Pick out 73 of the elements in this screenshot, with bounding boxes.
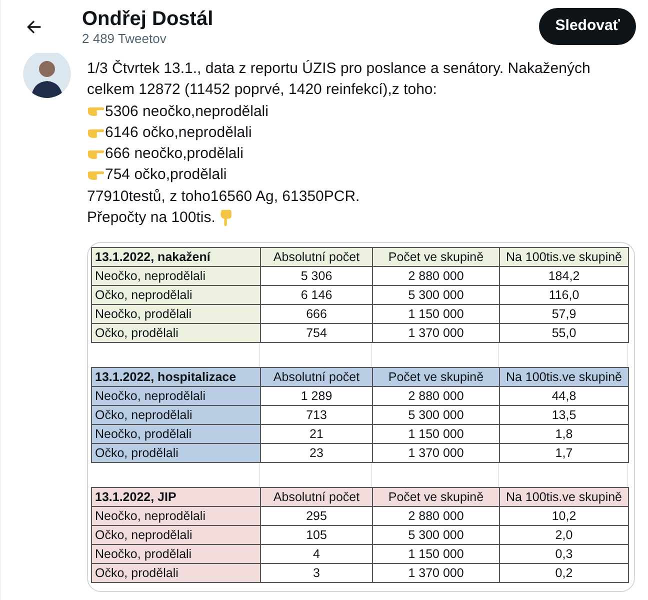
tweet-text-line: 5306 neočko,neprodělali: [105, 102, 268, 122]
table-cell: 1 150 000: [373, 545, 500, 564]
table-cell: Neočko, neprodělali: [92, 387, 261, 406]
table-cell: 2,0: [500, 526, 629, 546]
table-cell: 55,0: [500, 324, 629, 344]
table-cell: Neočko, prodělali: [92, 305, 261, 324]
column-header: Počet ve skupině: [373, 488, 500, 508]
table-cell: 6 146: [261, 286, 373, 306]
table-cell: 13,5: [500, 406, 629, 426]
column-header: Na 100tis.ve skupině: [500, 488, 629, 508]
table-cell: 5 300 000: [373, 526, 500, 546]
column-header: 13.1.2022, JIP: [92, 488, 261, 508]
column-header: Absolutní počet: [261, 248, 373, 268]
table-cell: 5 300 000: [373, 406, 500, 426]
table-cell: 2 880 000: [373, 507, 500, 526]
table-cell: Očko, neprodělali: [92, 286, 261, 306]
column-header: 13.1.2022, hospitalizace: [92, 368, 261, 388]
avatar[interactable]: [23, 50, 71, 98]
table-cell: 1 370 000: [373, 564, 500, 584]
table-cell: 57,9: [500, 305, 629, 324]
table-cell: 666: [261, 305, 373, 324]
tweet-text-line: 6146 očko,neprodělali: [105, 122, 252, 143]
column-header: Absolutní počet: [261, 488, 373, 508]
tweet-text-line: 666 neočko,prodělali: [105, 144, 244, 164]
table-cell: Neočko, prodělali: [92, 545, 261, 564]
tweet-text-line: 754 očko,prodělali: [105, 165, 227, 186]
attached-image[interactable]: [87, 242, 635, 592]
table-cell: 116,0: [500, 286, 629, 306]
column-header: 13.1.2022, nakažení: [92, 248, 261, 268]
table-cell: 1 150 000: [373, 305, 500, 324]
profile-name: Ondřej Dostál: [82, 6, 214, 30]
column-header: Počet ve skupině: [373, 248, 500, 268]
column-header: Absolutní počet: [261, 368, 373, 388]
table-cell: 4: [261, 545, 373, 564]
table-cell: 23: [261, 444, 373, 464]
tweet-text-line: 1/3 Čtvrtek 13.1., data z reportu ÚZIS pro poslance a senátory. Nakažených: [87, 58, 590, 79]
column-header: Na 100tis.ve skupině: [500, 248, 629, 268]
tweet-text-line: celkem 12872 (11452 poprvé, 1420 reinfekcí),z toho:: [87, 80, 437, 100]
table-cell: 1,7: [500, 444, 629, 464]
table-cell: 2 880 000: [373, 267, 500, 286]
table-cell: 10,2: [500, 507, 629, 526]
table-cell: Očko, prodělali: [92, 324, 261, 344]
table-cell: 713: [261, 406, 373, 426]
table-cell: Neočko, neprodělali: [92, 267, 261, 286]
table-cell: 1 370 000: [373, 444, 500, 464]
tweet-count: 2 489 Tweetov: [82, 30, 168, 46]
table-cell: Neočko, prodělali: [92, 425, 261, 444]
table-cell: 0,3: [500, 545, 629, 564]
table-cell: 44,8: [500, 387, 629, 406]
table-cell: 1,8: [500, 425, 629, 444]
table-cell: Očko, neprodělali: [92, 406, 261, 426]
tweet-text-line: 77910testů, z toho16560 Ag, 61350PCR.: [87, 186, 360, 207]
table-cell: 21: [261, 425, 373, 444]
table-cell: 1 289: [261, 387, 373, 406]
table-cell: 1 150 000: [373, 425, 500, 444]
tweet-text-line: Přepočty na 100tis.: [87, 208, 216, 228]
table-cell: 295: [261, 507, 373, 526]
table-cell: Očko, prodělali: [92, 444, 261, 464]
table-cell: 1 370 000: [373, 324, 500, 344]
table-cell: Očko, neprodělali: [92, 526, 261, 546]
table-cell: 3: [261, 564, 373, 584]
table-cell: 754: [261, 324, 373, 344]
follow-button[interactable]: Sledovať: [539, 8, 636, 45]
table-cell: 2 880 000: [373, 387, 500, 406]
table-cell: 105: [261, 526, 373, 546]
column-header: Na 100tis.ve skupině: [500, 368, 629, 388]
table-cell: 0,2: [500, 564, 629, 584]
table-cell: 184,2: [500, 267, 629, 286]
table-cell: Neočko, neprodělali: [92, 507, 261, 526]
table-cell: Očko, prodělali: [92, 564, 261, 584]
table-cell: 5 300 000: [373, 286, 500, 306]
column-header: Počet ve skupině: [373, 368, 500, 388]
table-cell: 5 306: [261, 267, 373, 286]
